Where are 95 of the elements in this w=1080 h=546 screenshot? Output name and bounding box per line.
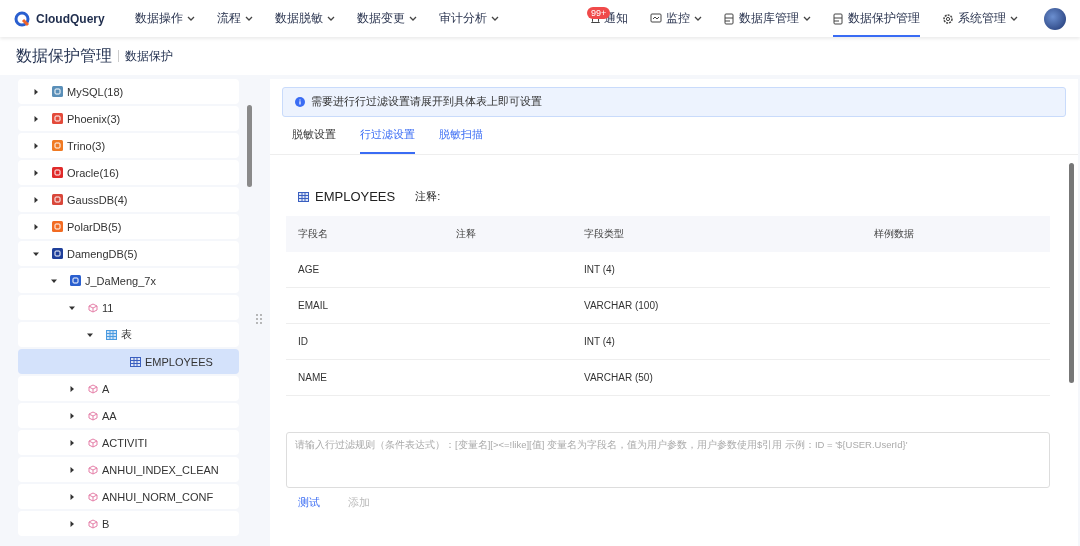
- table-cell: ID: [286, 324, 444, 360]
- nav-menu[interactable]: 数据保护管理: [833, 0, 920, 37]
- nav-menu[interactable]: 审计分析: [438, 0, 499, 37]
- chevron-icon: [326, 15, 335, 22]
- caret-icon[interactable]: [68, 519, 76, 528]
- table-cell: AGE: [286, 252, 444, 288]
- tab[interactable]: 脱敏扫描: [439, 117, 483, 154]
- page-title: 数据保护管理: [16, 45, 112, 66]
- database-icon: [52, 194, 63, 205]
- table-cell: INT (4): [572, 324, 862, 360]
- cube-icon: [88, 518, 98, 529]
- database-icon: [52, 113, 63, 124]
- nav-menu[interactable]: 数据脱敏: [274, 0, 335, 37]
- chevron-icon: [408, 15, 417, 22]
- user-avatar[interactable]: [1044, 7, 1066, 30]
- chevron-icon: [1010, 15, 1018, 22]
- tree-item[interactable]: ANHUI_INDEX_CLEAN: [18, 457, 239, 482]
- cube-icon: [88, 302, 98, 313]
- column-header: 字段类型: [572, 216, 862, 252]
- cube-icon: [88, 464, 98, 475]
- splitter-handle[interactable]: [256, 313, 262, 325]
- caret-icon[interactable]: [32, 222, 40, 231]
- nav-menu[interactable]: 数据变更: [356, 0, 417, 37]
- tree-item[interactable]: PolarDB(5): [18, 214, 239, 239]
- caret-icon[interactable]: [68, 411, 76, 420]
- connection-icon: [70, 275, 81, 286]
- monitor-icon: [650, 13, 662, 24]
- tree-item[interactable]: MySQL(18): [18, 79, 239, 104]
- tree-item[interactable]: AA: [18, 403, 239, 428]
- tree-item[interactable]: GaussDB(4): [18, 187, 239, 212]
- tree-item[interactable]: ACTIVITI: [18, 430, 239, 455]
- cube-icon: [88, 383, 98, 394]
- tree-item[interactable]: EMPLOYEES: [18, 349, 239, 374]
- database-icon: [52, 140, 63, 151]
- caret-icon[interactable]: [32, 114, 40, 123]
- column-header: 字段名: [286, 216, 444, 252]
- tree-item[interactable]: DamengDB(5): [18, 241, 239, 266]
- chevron-icon: [244, 15, 253, 22]
- info-icon: [295, 97, 305, 107]
- caret-icon[interactable]: [32, 168, 40, 177]
- caret-icon[interactable]: [32, 87, 40, 96]
- chevron-icon: [803, 15, 811, 22]
- settings-icon: [942, 12, 954, 25]
- caret-icon[interactable]: [32, 195, 40, 204]
- table-cell: VARCHAR (100): [572, 288, 862, 324]
- nav-menu[interactable]: 数据操作: [134, 0, 195, 37]
- database-icon: [52, 86, 63, 97]
- table-icon: [130, 356, 141, 367]
- chevron-icon: [490, 15, 499, 22]
- table-icon: [106, 329, 117, 340]
- database-icon: [833, 12, 844, 25]
- tab[interactable]: 脱敏设置: [292, 117, 336, 154]
- table-title: EMPLOYEES: [315, 189, 396, 204]
- breadcrumb: 数据保护: [125, 47, 173, 65]
- database-icon: [52, 221, 63, 232]
- cube-icon: [88, 410, 98, 421]
- cube-icon: [88, 437, 98, 448]
- table-cell: NAME: [286, 360, 444, 396]
- nav-menu[interactable]: 系统管理: [942, 0, 1018, 37]
- tree-item[interactable]: Trino(3): [18, 133, 239, 158]
- brand-name: CloudQuery: [36, 11, 105, 26]
- column-header: 样例数据: [862, 216, 1050, 252]
- tree-item[interactable]: Oracle(16): [18, 160, 239, 185]
- tab[interactable]: 行过滤设置: [360, 117, 415, 154]
- caret-icon[interactable]: [68, 438, 76, 447]
- tree-item[interactable]: B: [18, 511, 239, 536]
- tree-item[interactable]: A: [18, 376, 239, 401]
- table-cell: INT (4): [572, 252, 862, 288]
- nav-menu[interactable]: 数据库管理: [724, 0, 811, 37]
- action-link[interactable]: 测试: [298, 494, 320, 512]
- caret-icon[interactable]: [68, 492, 76, 501]
- table-cell: VARCHAR (50): [572, 360, 862, 396]
- logo-icon: [14, 10, 30, 27]
- tree-item[interactable]: 表: [18, 322, 239, 347]
- tree-item[interactable]: 11: [18, 295, 239, 320]
- table-icon: [298, 191, 309, 202]
- caret-icon[interactable]: [68, 465, 76, 474]
- nav-menu[interactable]: 监控: [650, 0, 702, 37]
- tree-item[interactable]: J_DaMeng_7x: [18, 268, 239, 293]
- alert-text: 需要进行行过滤设置请展开到具体表上即可设置: [311, 95, 542, 109]
- filter-input[interactable]: 请输入行过滤规则（条件表达式）：[变量名][><=!like][值] 变量名为字段名，值为用户参数，用户参数使用$引用 示例：ID = '${USER.UserId}': [286, 432, 1050, 488]
- database-icon: [52, 167, 63, 178]
- chevron-icon: [186, 15, 195, 22]
- comment-label: 注释:: [415, 189, 441, 204]
- column-header: 注释: [444, 216, 572, 252]
- cube-icon: [88, 491, 98, 502]
- database-icon: [52, 248, 63, 259]
- caret-icon[interactable]: [32, 141, 40, 150]
- caret-icon[interactable]: [68, 384, 76, 393]
- nav-menu[interactable]: 流程: [216, 0, 253, 37]
- tree-item[interactable]: ANHUI_NORM_CONF: [18, 484, 239, 509]
- chevron-icon: [694, 15, 702, 22]
- database-icon: [724, 12, 735, 25]
- table-cell: EMAIL: [286, 288, 444, 324]
- tree-item[interactable]: Phoenix(3): [18, 106, 239, 131]
